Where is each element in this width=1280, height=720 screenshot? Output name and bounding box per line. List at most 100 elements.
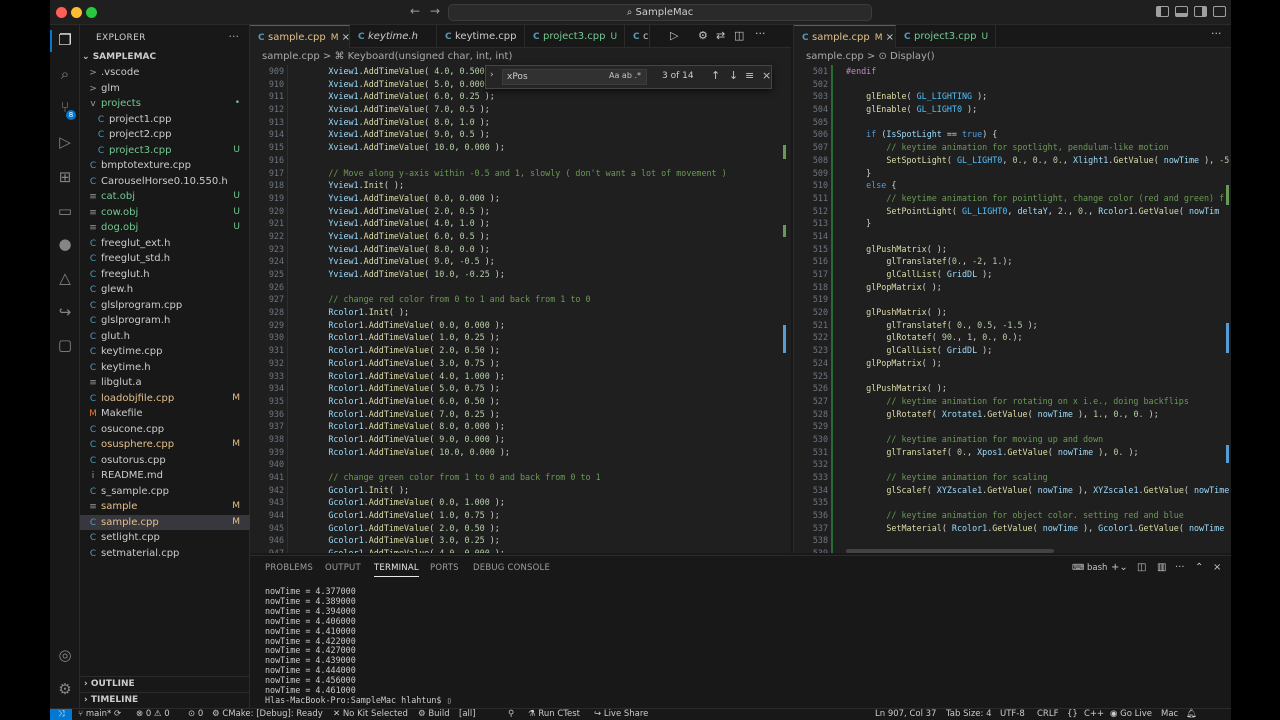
timeline-section[interactable]: › TIMELINE: [80, 692, 250, 707]
code-line[interactable]: 535: [794, 496, 1231, 509]
remote-explorer-icon[interactable]: ▭: [56, 202, 74, 220]
split-terminal-icon[interactable]: ◫: [1137, 562, 1146, 573]
cmake-icon[interactable]: △: [56, 269, 74, 287]
comments-icon[interactable]: ▢: [56, 336, 74, 354]
terminal-output[interactable]: nowTime = 4.377000 nowTime = 4.389000 no…: [265, 586, 452, 706]
more-actions-icon[interactable]: ···: [755, 27, 766, 40]
code-line[interactable]: 920 Yview1.AddTimeValue( 2.0, 0.5 );: [250, 205, 791, 218]
sidebar-item[interactable]: Cproject3.cpp U: [80, 143, 250, 159]
code-line[interactable]: 926: [250, 281, 791, 294]
code-line[interactable]: 521 glTranslatef( 0., 0.5, -1.5 );: [794, 319, 1231, 332]
sidebar-item[interactable]: ≡ cat.obj U: [80, 189, 250, 205]
minimize-window-button[interactable]: [71, 7, 82, 18]
code-line[interactable]: 939 Rcolor1.AddTimeValue( 10.0, 0.000 );: [250, 446, 791, 459]
search-icon[interactable]: ⌕: [56, 65, 74, 83]
code-line[interactable]: 508 SetSpotLight( GL_LIGHT0, 0., 0., 0.,…: [794, 154, 1231, 167]
live-share-button[interactable]: ↪ Live Share: [594, 709, 648, 720]
code-line[interactable]: 928 Rcolor1.Init( );: [250, 306, 791, 319]
sidebar-item[interactable]: > glm: [80, 81, 250, 97]
sidebar-item[interactable]: Cfreeglut_std.h: [80, 251, 250, 267]
tab-size[interactable]: Tab Size: 4: [946, 709, 992, 720]
toggle-secondary-sidebar-icon[interactable]: [1194, 6, 1207, 17]
code-line[interactable]: 925 Yview1.AddTimeValue( 10.0, -0.25 );: [250, 268, 791, 281]
tab-ports[interactable]: PORTS: [430, 563, 459, 573]
code-line[interactable]: 512 SetPointLight( GL_LIGHT0, deltaY, 2.…: [794, 205, 1231, 218]
code-line[interactable]: 945 Gcolor1.AddTimeValue( 2.0, 0.50 );: [250, 522, 791, 535]
code-line[interactable]: 515 glPushMatrix( );: [794, 243, 1231, 256]
code-line[interactable]: 914 Xview1.AddTimeValue( 9.0, 0.5 );: [250, 128, 791, 141]
sidebar-item[interactable]: Cbmptotexture.cpp: [80, 158, 250, 174]
extensions-icon[interactable]: ⊞: [56, 168, 74, 186]
find-options[interactable]: Aa ab .*: [609, 71, 641, 80]
tab-problems[interactable]: PROBLEMS: [265, 563, 313, 573]
next-match-icon[interactable]: ↓: [729, 69, 738, 82]
sidebar-item[interactable]: i README.md: [80, 468, 250, 484]
code-line[interactable]: 516 glTranslatef(0., -2, 1.);: [794, 255, 1231, 268]
toggle-panel-icon[interactable]: [1175, 6, 1188, 17]
sidebar-item[interactable]: Cosusphere.cpp M: [80, 437, 250, 453]
code-line[interactable]: 944 Gcolor1.AddTimeValue( 1.0, 0.75 );: [250, 509, 791, 522]
code-line[interactable]: 528 glRotatef( Xrotate1.GetValue( nowTim…: [794, 408, 1231, 421]
sidebar-item[interactable]: ≡ dog.obj U: [80, 220, 250, 236]
code-line[interactable]: 520 glPushMatrix( );: [794, 306, 1231, 319]
code-line[interactable]: 932 Rcolor1.AddTimeValue( 3.0, 0.75 );: [250, 357, 791, 370]
editor-tab[interactable]: Cproject3.cpp U: [525, 25, 625, 48]
sidebar-item[interactable]: Cosutorus.cpp: [80, 453, 250, 469]
more-actions-icon[interactable]: ···: [229, 30, 240, 43]
code-line[interactable]: 916: [250, 154, 791, 167]
maximize-window-button[interactable]: [86, 7, 97, 18]
sidebar-item[interactable]: ≡ sample M: [80, 499, 250, 515]
close-icon[interactable]: ×: [762, 69, 771, 82]
command-center-search[interactable]: ⌕ SampleMac: [448, 4, 872, 21]
editor-tab[interactable]: Cc: [625, 25, 650, 48]
left-code-area[interactable]: 909 Xview1.AddTimeValue( 4.0, 0.500 ); 91…: [250, 65, 791, 553]
sidebar-item[interactable]: Ckeytime.h: [80, 360, 250, 376]
workspace-root[interactable]: ⌄ SAMPLEMAC: [82, 52, 156, 62]
run-icon[interactable]: ▷: [670, 29, 678, 42]
sidebar-item[interactable]: > .vscode: [80, 65, 250, 81]
sidebar-item[interactable]: Cloadobjfile.cpp M: [80, 391, 250, 407]
code-line[interactable]: 502: [794, 78, 1231, 91]
sidebar-item[interactable]: Cglew.h: [80, 282, 250, 298]
encoding[interactable]: UTF-8: [1000, 709, 1025, 720]
remote-indicator-icon[interactable]: ⤨: [50, 709, 72, 720]
ports-indicator[interactable]: ⊙ 0: [188, 709, 203, 720]
code-line[interactable]: 919 Yview1.AddTimeValue( 0.0, 0.000 );: [250, 192, 791, 205]
cursor-position[interactable]: Ln 907, Col 37: [875, 709, 936, 720]
sidebar-item[interactable]: C CarouselHorse0.10.550.h: [80, 174, 250, 190]
sidebar-item[interactable]: Cosucone.cpp: [80, 422, 250, 438]
build-target[interactable]: [all]: [459, 709, 476, 720]
maximize-panel-icon[interactable]: ⌃: [1195, 562, 1203, 573]
go-live-button[interactable]: ◉ Go Live: [1110, 709, 1152, 720]
code-line[interactable]: 505: [794, 116, 1231, 129]
code-line[interactable]: 938 Rcolor1.AddTimeValue( 9.0, 0.000 );: [250, 433, 791, 446]
debug-icon[interactable]: ⚲: [508, 709, 514, 720]
code-line[interactable]: 911 Xview1.AddTimeValue( 6.0, 0.25 );: [250, 90, 791, 103]
sidebar-item[interactable]: ≡ libglut.a: [80, 375, 250, 391]
code-line[interactable]: 514: [794, 230, 1231, 243]
code-line[interactable]: 530 // keytime animation for moving up a…: [794, 433, 1231, 446]
close-window-button[interactable]: [56, 7, 67, 18]
code-line[interactable]: 918 Yview1.Init( );: [250, 179, 791, 192]
sidebar-item[interactable]: Csample.cpp M: [80, 514, 250, 530]
code-line[interactable]: 533 // keytime animation for scaling: [794, 471, 1231, 484]
editor-tab[interactable]: Csample.cpp M ×: [250, 25, 350, 48]
code-line[interactable]: 931 Rcolor1.AddTimeValue( 2.0, 0.50 );: [250, 344, 791, 357]
code-line[interactable]: 523 glCallList( GridDL );: [794, 344, 1231, 357]
braces-icon[interactable]: {}: [1067, 709, 1078, 720]
code-line[interactable]: 519: [794, 293, 1231, 306]
code-line[interactable]: 940: [250, 458, 791, 471]
code-line[interactable]: 930 Rcolor1.AddTimeValue( 1.0, 0.25 );: [250, 331, 791, 344]
code-line[interactable]: 501 #endif: [794, 65, 1231, 78]
kit-selector[interactable]: ✕ No Kit Selected: [333, 709, 408, 720]
terminal-shell[interactable]: ⌨ bash: [1072, 563, 1107, 573]
run-debug-icon[interactable]: ▷: [56, 133, 74, 151]
code-line[interactable]: 503 glEnable( GL_LIGHTING );: [794, 90, 1231, 103]
sidebar-item[interactable]: Cs_sample.cpp: [80, 484, 250, 500]
code-line[interactable]: 929 Rcolor1.AddTimeValue( 0.0, 0.000 );: [250, 319, 791, 332]
code-line[interactable]: 921 Yview1.AddTimeValue( 4.0, 1.0 );: [250, 217, 791, 230]
split-editor-icon[interactable]: ◫: [734, 29, 744, 42]
tab-terminal[interactable]: TERMINAL: [374, 563, 419, 577]
code-line[interactable]: 942 Gcolor1.Init( );: [250, 484, 791, 497]
platform-indicator[interactable]: Mac: [1161, 709, 1178, 720]
